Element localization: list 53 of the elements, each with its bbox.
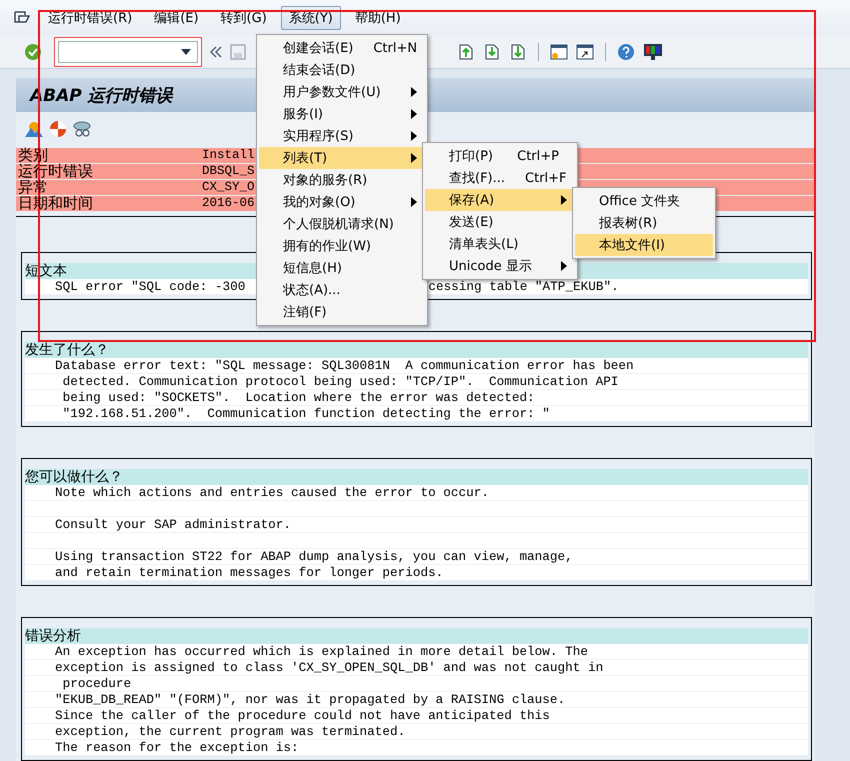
menu-item[interactable]: 个人假脱机请求(N)	[259, 213, 425, 235]
menu-item[interactable]: 查找(F)... Ctrl+F	[425, 167, 575, 189]
new-window-icon[interactable]	[550, 42, 568, 60]
info-label: 类别	[17, 148, 49, 163]
info-value: Install	[202, 148, 255, 163]
enter-check-icon[interactable]	[24, 42, 42, 60]
lifebuoy-icon[interactable]	[49, 120, 67, 138]
info-value: CX_SY_O	[202, 180, 255, 195]
last-page-icon[interactable]	[509, 42, 527, 60]
menu-item[interactable]: 实用程序(S)	[259, 125, 425, 147]
menu-bar-item[interactable]: 帮助(H)	[346, 6, 409, 30]
menu-item[interactable]: 对象的服务(R)	[259, 169, 425, 191]
section-heading: 错误分析	[25, 628, 808, 644]
info-value: DBSQL_S	[202, 164, 255, 179]
menu-item[interactable]: 清单表头(L)	[425, 233, 575, 255]
menu-bar-item[interactable]: 转到(G)	[212, 6, 275, 30]
menu-item[interactable]: 报表树(R)	[575, 212, 713, 234]
monitor-icon[interactable]	[643, 42, 663, 60]
menu-item[interactable]: 保存(A)	[425, 189, 575, 211]
shortcut-window-icon[interactable]	[576, 42, 594, 60]
menu-item[interactable]: 列表(T)	[259, 147, 425, 169]
menu-item[interactable]: Office 文件夹	[575, 190, 713, 212]
shortcut-label: Ctrl+F	[525, 170, 567, 186]
shortcut-label: Ctrl+N	[373, 40, 418, 56]
window-menu-icon[interactable]	[14, 10, 30, 24]
info-value: 2016-06	[202, 196, 255, 211]
dropdown-caret-icon[interactable]	[181, 48, 191, 54]
mountain-icon[interactable]	[25, 120, 43, 138]
info-label: 日期和时间	[17, 196, 94, 211]
menu-item[interactable]: 打印(P) Ctrl+P	[425, 145, 575, 167]
section-heading: 您可以做什么？	[25, 469, 808, 485]
text-fragment: cessing table "ATP_EKUB".	[428, 279, 619, 294]
help-icon[interactable]	[617, 42, 635, 60]
menu-item[interactable]: 服务(I)	[259, 103, 425, 125]
shortcut-label: Ctrl+P	[517, 148, 559, 164]
menu-item[interactable]: 创建会话(E) Ctrl+N	[259, 37, 425, 59]
text-fragment: SQL error "SQL code: -300	[55, 279, 246, 294]
section-heading: 发生了什么？	[25, 342, 808, 358]
glasses-icon[interactable]	[73, 120, 91, 138]
collapse-chevron-icon[interactable]	[210, 46, 222, 58]
menu-bar-item[interactable]: 编辑(E)	[146, 6, 207, 30]
info-label: 异常	[17, 180, 48, 195]
page-down-icon[interactable]	[483, 42, 501, 60]
page-up-icon[interactable]	[457, 42, 475, 60]
menu-item[interactable]: 结束会话(D)	[259, 59, 425, 81]
menu-item[interactable]: 本地文件(I)	[575, 234, 713, 256]
menu-item[interactable]: 发送(E)	[425, 211, 575, 233]
menu-item[interactable]: 我的对象(O)	[259, 191, 425, 213]
menu-item[interactable]: 注销(F)	[259, 301, 425, 323]
info-label: 运行时错误	[17, 164, 94, 179]
menu-item[interactable]: 用户参数文件(U)	[259, 81, 425, 103]
menu-item[interactable]: 拥有的作业(W)	[259, 235, 425, 257]
menu-item[interactable]: 状态(A)...	[259, 279, 425, 301]
